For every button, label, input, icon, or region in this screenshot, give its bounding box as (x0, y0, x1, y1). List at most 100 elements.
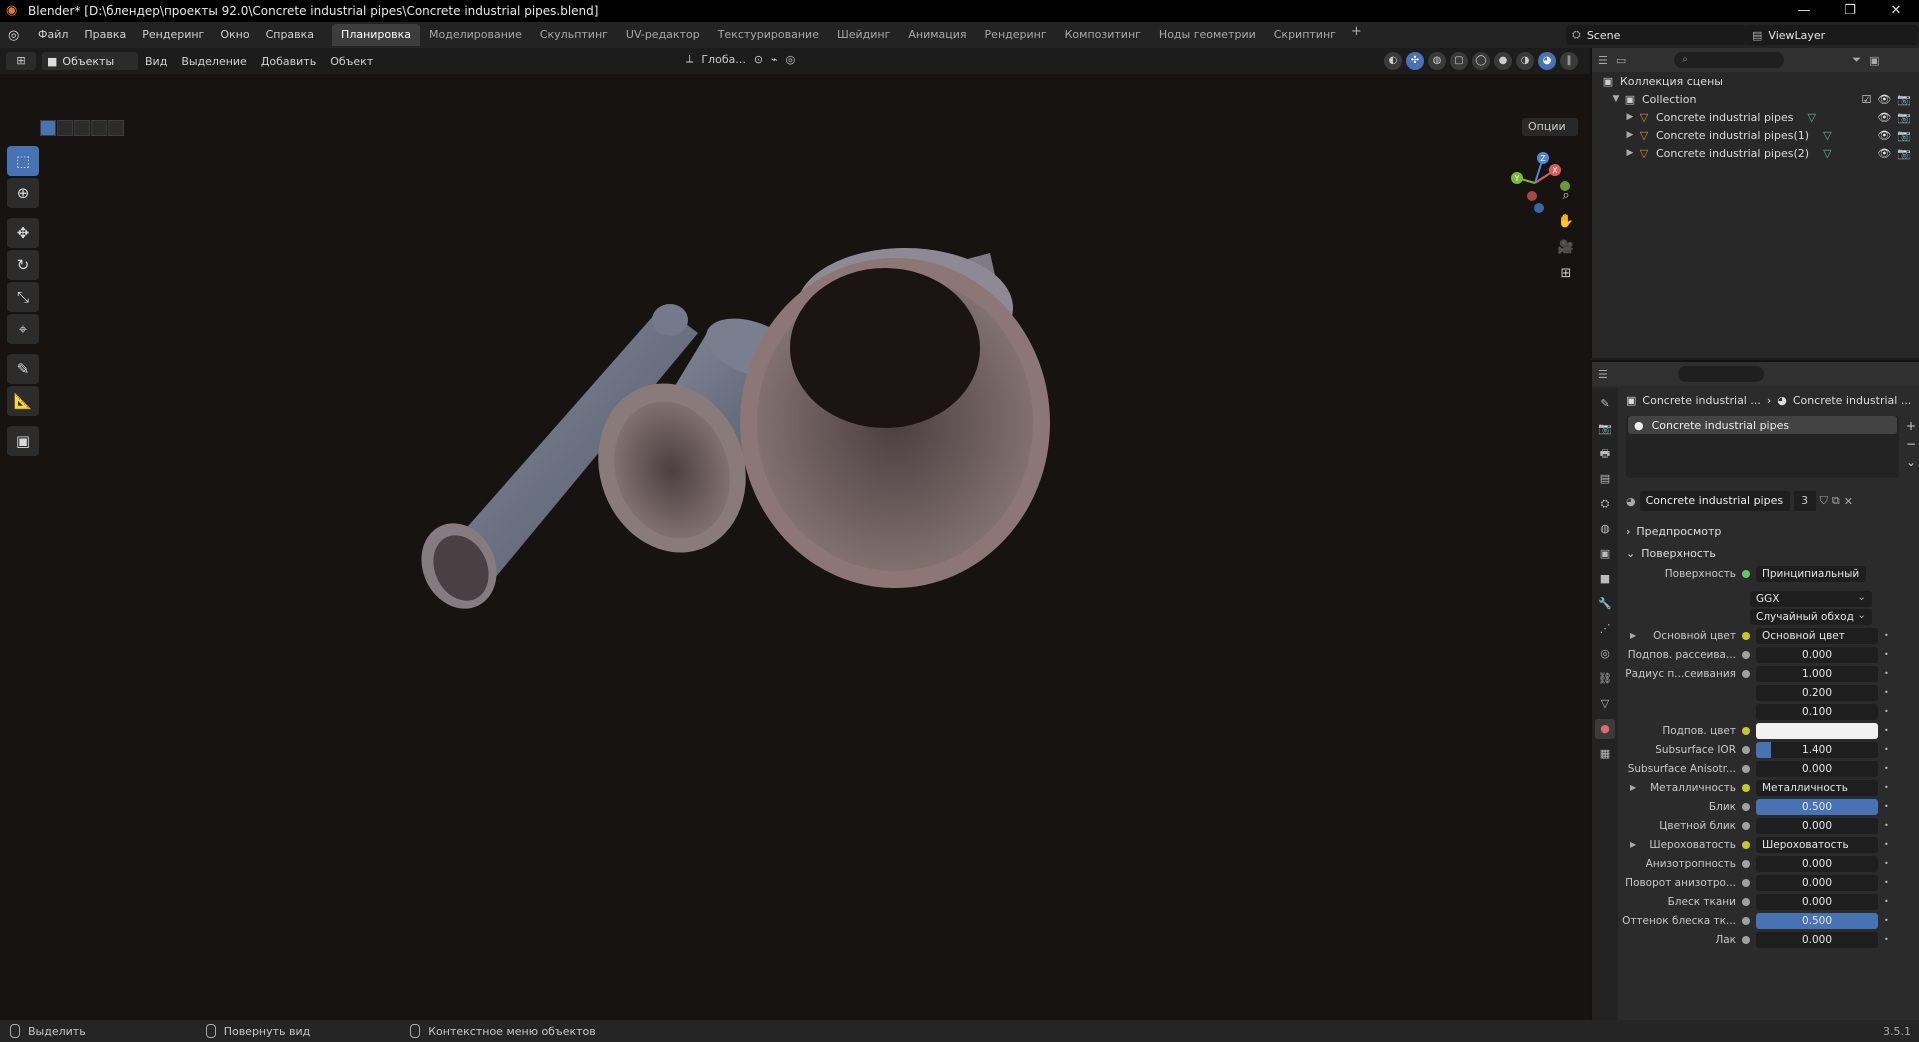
scene-tab-icon[interactable]: ⛭ (1595, 494, 1615, 514)
tab-animation[interactable]: Анимация (899, 24, 975, 46)
fake-user-icon[interactable]: ⛉ (1820, 494, 1828, 508)
camera-icon[interactable]: 📷 (1897, 129, 1911, 142)
eye-icon[interactable]: 👁 (1877, 93, 1891, 106)
value-slider[interactable]: 0.000 (1756, 817, 1878, 834)
outliner-editor-icon[interactable]: ☰ (1598, 54, 1608, 67)
value-slider[interactable]: 1.000 (1756, 665, 1878, 682)
material-users-count[interactable]: 3 (1793, 491, 1816, 511)
collapse-arrow-icon[interactable]: ▼ (1610, 94, 1622, 104)
socket-icon[interactable] (1742, 570, 1750, 578)
expand-arrow-icon[interactable]: ▶ (1630, 783, 1636, 792)
subsurface-method-dropdown[interactable]: Случайный обход (1750, 607, 1872, 625)
tab-layout[interactable]: Планировка (332, 24, 421, 46)
eye-icon[interactable]: 👁 (1877, 147, 1891, 160)
keyframe-dot-icon[interactable]: • (1884, 783, 1889, 792)
socket-icon[interactable] (1742, 764, 1750, 773)
socket-icon[interactable] (1742, 802, 1750, 811)
socket-icon[interactable] (1742, 935, 1750, 944)
tool-tab-icon[interactable]: ✎ (1595, 394, 1615, 414)
value-slider[interactable]: 0.100 (1756, 703, 1878, 720)
value-slider[interactable]: 0.500 (1756, 912, 1878, 929)
filter-icon[interactable]: ⏷ (1852, 53, 1861, 67)
camera-icon[interactable]: 📷 (1897, 93, 1911, 106)
scene-selector[interactable]: ⛭ Scene (1566, 25, 1746, 45)
tab-modeling[interactable]: Моделирование (420, 24, 531, 46)
value-slider[interactable]: 1.400 (1756, 741, 1878, 758)
material-browse-icon[interactable]: ◕ (1626, 495, 1636, 508)
world-tab-icon[interactable]: ◍ (1595, 519, 1615, 539)
socket-icon[interactable] (1742, 916, 1750, 925)
value-slider[interactable]: 0.000 (1756, 893, 1878, 910)
socket-icon[interactable] (1742, 783, 1750, 792)
menu-window[interactable]: Окно (212, 22, 257, 48)
maximize-button[interactable]: ❐ (1827, 0, 1873, 22)
mesh-data-icon[interactable]: ▽ (1823, 129, 1831, 142)
material-tab-icon[interactable]: ● (1595, 719, 1615, 739)
value-slider[interactable]: 0.000 (1756, 760, 1878, 777)
value-slider[interactable]: 0.200 (1756, 684, 1878, 701)
add-slot-icon[interactable]: + (1903, 418, 1919, 434)
outliner-object-row[interactable]: ▶ ▽ Concrete industrial pipes(2) ▽ 👁 📷 (1592, 144, 1919, 162)
keyframe-dot-icon[interactable]: • (1884, 935, 1889, 944)
linked-input-field[interactable]: Основной цвет (1756, 627, 1878, 644)
linked-input-field[interactable]: Металличность (1756, 779, 1878, 796)
socket-icon[interactable] (1742, 878, 1750, 887)
expand-arrow-icon[interactable]: ▶ (1630, 631, 1636, 640)
tab-shading[interactable]: Шейдинг (828, 24, 899, 46)
view-layer-selector[interactable]: ▤ ViewLayer (1746, 25, 1918, 45)
menu-help[interactable]: Справка (258, 22, 322, 48)
render-tab-icon[interactable]: 📷 (1595, 419, 1615, 439)
unlink-material-icon[interactable]: ✕ (1844, 495, 1853, 508)
keyframe-dot-icon[interactable]: • (1884, 669, 1889, 678)
socket-icon[interactable] (1742, 650, 1750, 659)
keyframe-dot-icon[interactable]: • (1884, 840, 1889, 849)
eye-icon[interactable]: 👁 (1877, 129, 1891, 142)
mesh-data-icon[interactable]: ▽ (1823, 147, 1831, 160)
tab-sculpting[interactable]: Скульптинг (531, 24, 617, 46)
data-tab-icon[interactable]: ▽ (1595, 694, 1615, 714)
modifier-tab-icon[interactable]: 🔧 (1595, 594, 1615, 614)
duplicate-material-icon[interactable]: ⧉ (1832, 494, 1840, 508)
keyframe-dot-icon[interactable]: • (1884, 650, 1889, 659)
texture-tab-icon[interactable]: ▦ (1595, 744, 1615, 764)
expand-arrow-icon[interactable]: ▶ (1624, 130, 1636, 140)
constraints-tab-icon[interactable]: ⛓ (1595, 669, 1615, 689)
preview-panel-header[interactable]: › Предпросмотр (1622, 520, 1919, 542)
tab-compositing[interactable]: Композитинг (1056, 24, 1150, 46)
keyframe-dot-icon[interactable]: • (1884, 878, 1889, 887)
socket-icon[interactable] (1742, 745, 1750, 754)
menu-render[interactable]: Рендеринг (134, 22, 212, 48)
socket-icon[interactable] (1742, 726, 1750, 735)
camera-icon[interactable]: 📷 (1897, 147, 1911, 160)
material-name-field[interactable]: Concrete industrial pipes (1639, 491, 1790, 511)
color-field[interactable] (1756, 722, 1878, 739)
new-collection-icon[interactable]: ▣ (1869, 54, 1879, 67)
output-tab-icon[interactable]: 🖶 (1595, 444, 1615, 464)
keyframe-dot-icon[interactable]: • (1884, 631, 1889, 640)
tab-scripting[interactable]: Скриптинг (1265, 24, 1345, 46)
expand-arrow-icon[interactable]: ▶ (1630, 840, 1636, 849)
physics-tab-icon[interactable]: ◎ (1595, 644, 1615, 664)
outliner-scene-collection[interactable]: ▣ Коллекция сцены (1592, 72, 1919, 90)
checkbox-icon[interactable]: ☑ (1861, 93, 1871, 106)
keyframe-dot-icon[interactable]: • (1884, 726, 1889, 735)
close-button[interactable]: ✕ (1873, 0, 1919, 22)
material-slot[interactable]: ● Concrete industrial pipes (1628, 416, 1897, 434)
keyframe-dot-icon[interactable]: • (1884, 916, 1889, 925)
eye-icon[interactable]: 👁 (1877, 111, 1891, 124)
outliner-object-row[interactable]: ▶ ▽ Concrete industrial pipes ▽ 👁 📷 (1592, 108, 1919, 126)
value-slider[interactable]: 0.000 (1756, 931, 1878, 948)
expand-arrow-icon[interactable]: ▶ (1624, 148, 1636, 158)
keyframe-dot-icon[interactable]: • (1884, 688, 1889, 697)
keyframe-dot-icon[interactable]: • (1884, 802, 1889, 811)
value-slider[interactable]: 0.000 (1756, 874, 1878, 891)
linked-input-field[interactable]: Шероховатость (1756, 836, 1878, 853)
slot-menu-icon[interactable]: ⌄ (1903, 454, 1919, 470)
camera-icon[interactable]: 📷 (1897, 111, 1911, 124)
object-tab-icon[interactable]: ■ (1595, 569, 1615, 589)
socket-icon[interactable] (1742, 897, 1750, 906)
socket-icon[interactable] (1742, 859, 1750, 868)
collection-tab-icon[interactable]: ▣ (1595, 544, 1615, 564)
menu-edit[interactable]: Правка (76, 22, 134, 48)
keyframe-dot-icon[interactable]: • (1884, 745, 1889, 754)
